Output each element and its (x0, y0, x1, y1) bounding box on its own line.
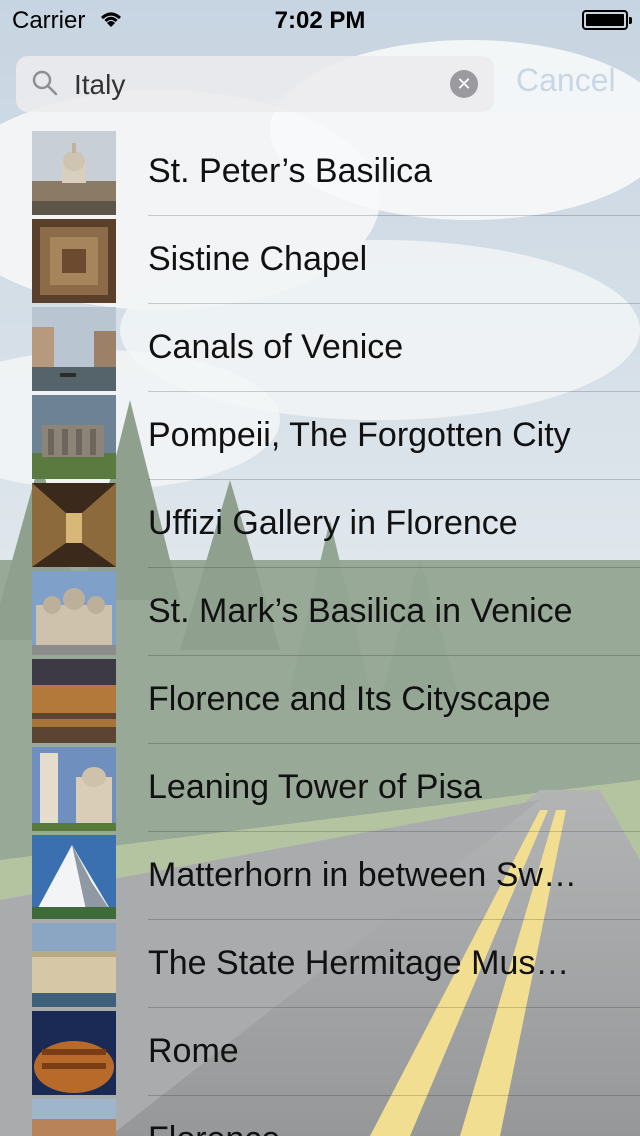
colosseum-thumbnail (32, 1011, 116, 1095)
status-time: 7:02 PM (274, 7, 366, 34)
result-title: Florence (148, 1120, 618, 1136)
result-row[interactable]: Matterhorn in between Sw… (0, 832, 640, 920)
result-row[interactable]: Leaning Tower of Pisa (0, 744, 640, 832)
clear-search-button[interactable]: ✕ (450, 70, 478, 98)
chapel-thumbnail (32, 219, 116, 303)
result-row[interactable]: Rome (0, 1008, 640, 1096)
clear-icon: ✕ (456, 74, 472, 94)
search-icon (32, 70, 58, 96)
result-title: Matterhorn in between Sw… (148, 856, 577, 894)
search-field[interactable]: ✕ (16, 56, 494, 112)
gallery-thumbnail (32, 483, 116, 567)
result-title: St. Mark’s Basilica in Venice (148, 592, 573, 630)
canal-thumbnail (32, 307, 116, 391)
result-title: Uffizi Gallery in Florence (148, 504, 518, 542)
result-row[interactable]: Florence and Its Cityscape (0, 656, 640, 744)
result-title: Leaning Tower of Pisa (148, 768, 482, 806)
mountain-thumbnail (32, 835, 116, 919)
result-title: Canals of Venice (148, 328, 404, 366)
result-title: Sistine Chapel (148, 240, 368, 278)
result-row[interactable]: St. Mark’s Basilica in Venice (0, 568, 640, 656)
result-row[interactable]: Uffizi Gallery in Florence (0, 480, 640, 568)
result-title: Pompeii, The Forgotten City (148, 416, 571, 454)
cancel-button[interactable]: Cancel (516, 62, 616, 99)
result-row[interactable]: The State Hermitage Mus… (0, 920, 640, 1008)
search-input[interactable] (72, 64, 446, 106)
status-bar: Carrier 7:02 PM (0, 0, 640, 40)
ruins-thumbnail (32, 395, 116, 479)
city-dusk-thumbnail (32, 659, 116, 743)
search-results-list: St. Peter’s Basilica Sistine Chapel Canals… (0, 128, 640, 1136)
result-row[interactable]: Florence (0, 1096, 640, 1136)
basilica-thumbnail (32, 131, 116, 215)
result-title: St. Peter’s Basilica (148, 152, 433, 190)
result-title: The State Hermitage Mus… (148, 944, 570, 982)
result-row[interactable]: Sistine Chapel (0, 216, 640, 304)
museum-thumbnail (32, 923, 116, 1007)
result-title: Rome (148, 1032, 239, 1070)
battery-icon (582, 10, 632, 30)
result-row[interactable]: St. Peter’s Basilica (0, 128, 640, 216)
city-thumbnail (32, 1099, 116, 1136)
basilica-venice-thumbnail (32, 571, 116, 655)
result-row[interactable]: Canals of Venice (0, 304, 640, 392)
tower-thumbnail (32, 747, 116, 831)
result-row[interactable]: Pompeii, The Forgotten City (0, 392, 640, 480)
result-title: Florence and Its Cityscape (148, 680, 551, 718)
